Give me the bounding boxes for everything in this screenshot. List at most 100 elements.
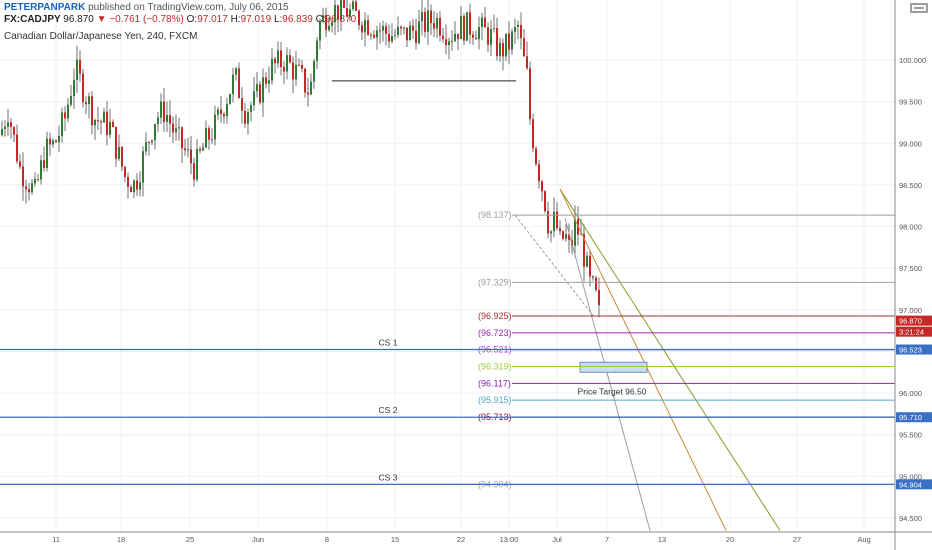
candle-body bbox=[40, 160, 42, 180]
price-axis[interactable]: 94.50095.00095.50096.00096.50097.00097.5… bbox=[894, 0, 932, 550]
candle-body bbox=[259, 84, 261, 103]
candle-body bbox=[505, 33, 507, 57]
level-label: (96.925) bbox=[478, 311, 512, 321]
candle-body bbox=[91, 96, 93, 126]
support-axis-label: 95.710 bbox=[899, 413, 922, 422]
symbol[interactable]: FX:CADJPY bbox=[4, 14, 61, 25]
x-tick-label: 13:00 bbox=[500, 535, 519, 544]
candle-body bbox=[16, 134, 18, 162]
last-price-label: 96.870 bbox=[899, 317, 922, 326]
candle-body bbox=[13, 127, 15, 135]
candle-body bbox=[262, 77, 264, 103]
candle-body bbox=[550, 231, 552, 234]
candle-body bbox=[151, 140, 153, 143]
candle-body bbox=[4, 126, 6, 129]
candle-body bbox=[286, 55, 288, 72]
candle-body bbox=[358, 10, 360, 26]
candle-body bbox=[520, 24, 522, 39]
candle-body bbox=[163, 101, 165, 122]
candle-body bbox=[406, 27, 408, 41]
support-label: CS 1 bbox=[379, 338, 398, 348]
candlestick-series bbox=[1, 0, 600, 318]
candle-body bbox=[232, 74, 234, 95]
candle-body bbox=[70, 95, 72, 105]
candle-body bbox=[73, 80, 75, 96]
x-tick-label: 13 bbox=[658, 535, 666, 544]
candle-body bbox=[385, 26, 387, 34]
y-tick-label: 100.000 bbox=[899, 56, 926, 65]
candle-body bbox=[430, 10, 432, 24]
candle-body bbox=[490, 29, 492, 45]
candle-body bbox=[112, 121, 114, 127]
level-lines: (98.137)(97.329)(96.925)(96.723)(96.521)… bbox=[0, 210, 895, 489]
candle-body bbox=[460, 15, 462, 40]
support-label: CS 3 bbox=[379, 472, 398, 482]
candle-body bbox=[223, 114, 225, 117]
candle-body bbox=[247, 111, 249, 124]
candle-body bbox=[196, 148, 198, 180]
candle-body bbox=[394, 35, 396, 37]
candle-body bbox=[487, 27, 489, 45]
candle-body bbox=[541, 181, 543, 192]
candle-body bbox=[559, 228, 561, 232]
candle-body bbox=[199, 148, 201, 151]
candle-body bbox=[85, 102, 87, 105]
candle-body bbox=[106, 111, 108, 136]
y-tick-label: 97.500 bbox=[899, 264, 922, 273]
candle-body bbox=[448, 41, 450, 46]
x-tick-label: 18 bbox=[117, 535, 125, 544]
close-value: 96.870 bbox=[325, 14, 357, 25]
candle-body bbox=[178, 127, 180, 129]
countdown-label: 3:21:24 bbox=[899, 328, 924, 337]
price-chart[interactable]: Price Target 96.50 (98.137) (97.329) (96.9… bbox=[0, 0, 932, 550]
candle-body bbox=[499, 43, 501, 57]
tradingview-logo-icon[interactable] bbox=[910, 2, 928, 14]
x-tick-label: 27 bbox=[793, 535, 801, 544]
candle-body bbox=[280, 50, 282, 68]
candle-body bbox=[514, 26, 516, 32]
candle-body bbox=[316, 40, 318, 62]
candle-body bbox=[475, 37, 477, 40]
publish-text: published on TradingView.com, July 06, 2… bbox=[88, 2, 289, 13]
candle-body bbox=[409, 25, 411, 41]
candle-body bbox=[10, 122, 12, 128]
x-tick-label: 25 bbox=[186, 535, 194, 544]
candle-body bbox=[184, 148, 186, 150]
candle-body bbox=[538, 164, 540, 182]
level-label: (96.117) bbox=[478, 378, 511, 388]
y-tick-label: 99.000 bbox=[899, 139, 922, 148]
candle-body bbox=[55, 140, 57, 143]
candle-body bbox=[376, 30, 378, 38]
candle-body bbox=[169, 114, 171, 124]
x-tick-label: 15 bbox=[391, 535, 399, 544]
candle-body bbox=[61, 112, 63, 136]
candle-body bbox=[7, 122, 9, 127]
candle-body bbox=[25, 186, 27, 190]
candle-body bbox=[124, 166, 126, 177]
candle-body bbox=[421, 12, 423, 22]
candle-body bbox=[256, 84, 258, 92]
candle-body bbox=[157, 117, 159, 125]
candle-body bbox=[202, 147, 204, 151]
candle-body bbox=[400, 26, 402, 29]
time-axis[interactable]: 11 18 25 Jun 8 15 22 13:00 Jul 7 13 20 27 Aug bbox=[0, 531, 932, 544]
last-price: 96.870 bbox=[63, 14, 94, 25]
author-name[interactable]: PETERPANPARK bbox=[4, 2, 85, 13]
y-tick-label: 97.000 bbox=[899, 306, 922, 315]
candle-body bbox=[415, 30, 417, 43]
candle-body bbox=[88, 96, 90, 105]
x-tick-label: 22 bbox=[457, 535, 465, 544]
candle-body bbox=[190, 149, 192, 164]
candle-body bbox=[466, 12, 468, 41]
candle-body bbox=[250, 105, 252, 112]
candle-body bbox=[34, 179, 36, 184]
candle-body bbox=[469, 12, 471, 35]
candle-body bbox=[403, 27, 405, 29]
candle-body bbox=[271, 58, 273, 81]
candle-body bbox=[226, 103, 228, 117]
candle-body bbox=[397, 26, 399, 36]
candle-body bbox=[313, 61, 315, 82]
candle-body bbox=[388, 33, 390, 42]
candle-body bbox=[229, 94, 231, 104]
support-label: CS 2 bbox=[379, 405, 398, 415]
